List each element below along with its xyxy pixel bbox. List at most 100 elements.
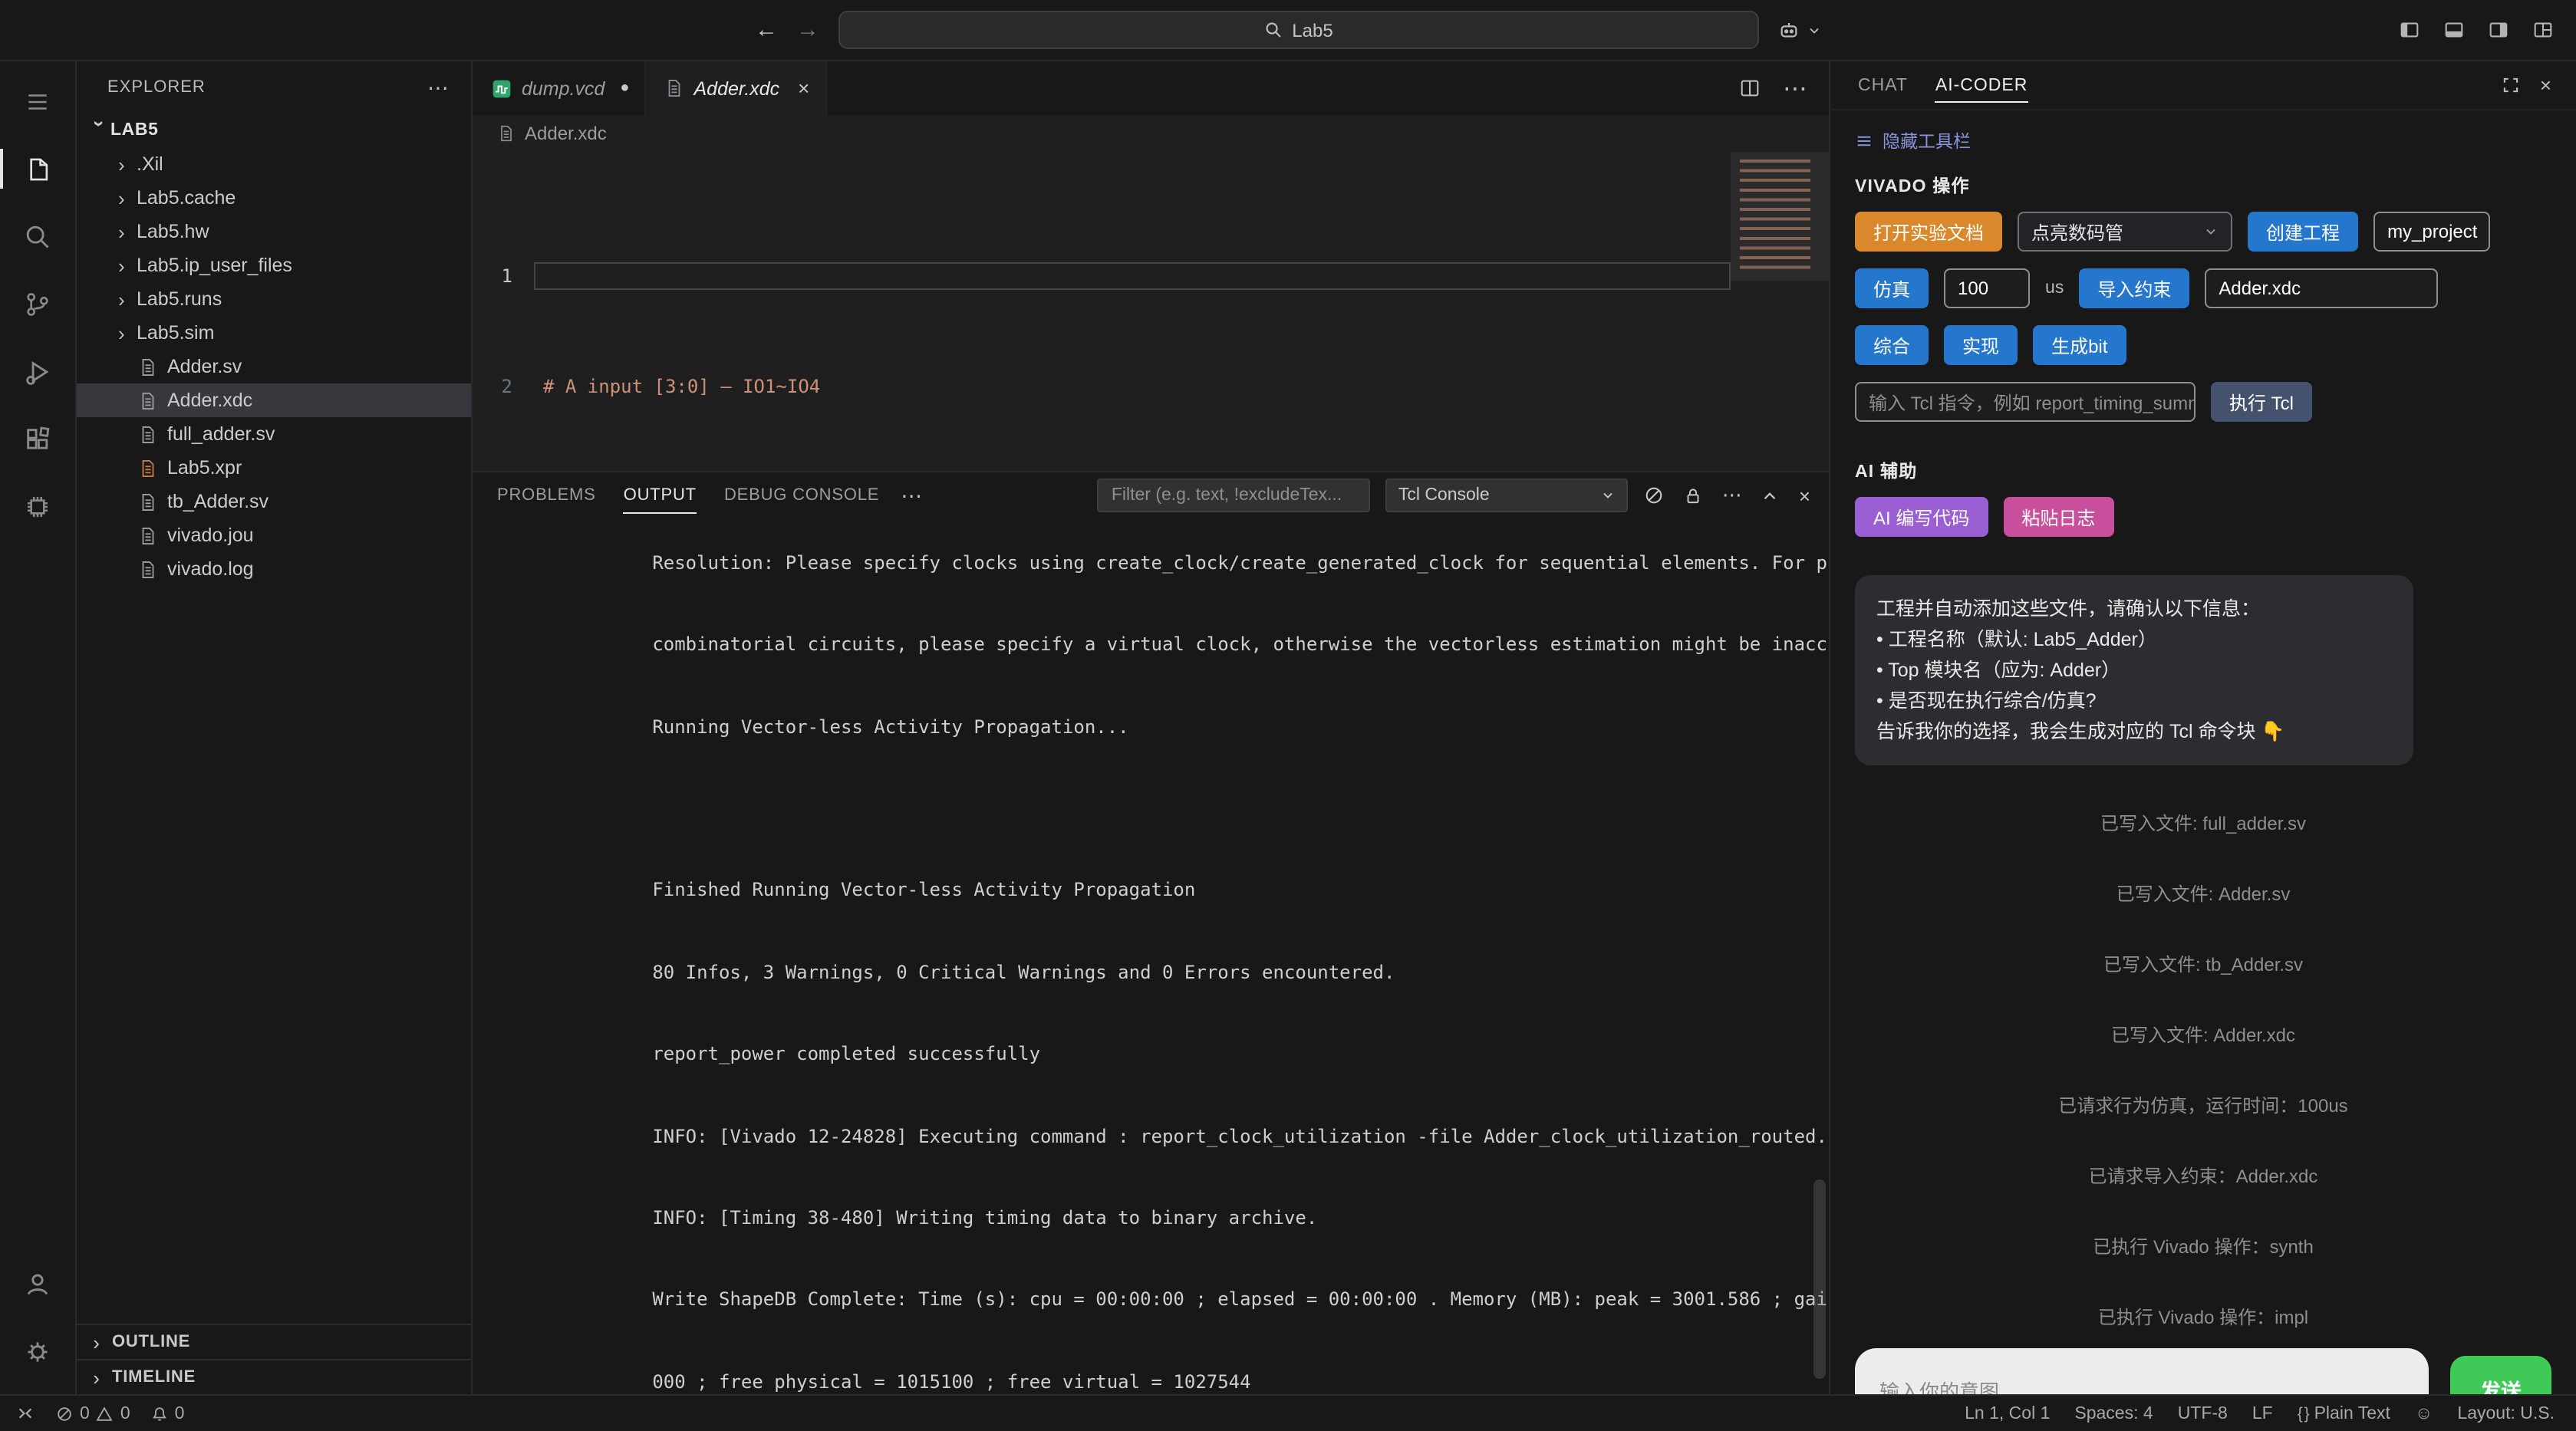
- output-filter-input[interactable]: Filter (e.g. text, !excludeTex...: [1097, 479, 1371, 512]
- console-line[interactable]: 80 Infos, 3 Warnings, 0 Critical Warning…: [497, 933, 1829, 1015]
- close-panel-icon[interactable]: ×: [1799, 484, 1810, 507]
- panel-tab[interactable]: DEBUG CONSOLE: [724, 472, 879, 518]
- close-icon[interactable]: ×: [2540, 74, 2551, 97]
- open-doc-button[interactable]: 打开实验文档: [1855, 212, 2003, 252]
- lock-autoscroll-icon[interactable]: [1684, 485, 1704, 505]
- tree-item[interactable]: › tb_Adder.sv: [77, 485, 471, 518]
- run-debug-icon[interactable]: [0, 337, 75, 405]
- notifications-status[interactable]: 0: [150, 1404, 184, 1423]
- explorer-more-actions-icon[interactable]: ⋯: [427, 74, 450, 100]
- menu-icon[interactable]: [0, 67, 75, 135]
- explorer-icon[interactable]: [0, 135, 75, 202]
- template-select[interactable]: 点亮数码管: [2018, 212, 2233, 252]
- command-center-search[interactable]: Lab5: [838, 11, 1758, 49]
- feedback-smiley-icon[interactable]: ☺: [2415, 1404, 2433, 1423]
- paste-log-button[interactable]: 粘贴日志: [2003, 497, 2114, 537]
- search-sidebar-icon[interactable]: [0, 202, 75, 270]
- console-line[interactable]: combinatorial circuits, please specify a…: [497, 605, 1829, 687]
- hide-toolbar-link[interactable]: 隐藏工具栏: [1855, 129, 2551, 153]
- sim-time-input[interactable]: 100: [1944, 268, 2031, 308]
- console-line[interactable]: 000 ; free physical = 1015100 ; free vir…: [497, 1342, 1829, 1394]
- panel-tabs-more-icon[interactable]: ⋯: [901, 482, 922, 508]
- settings-gear-icon[interactable]: [0, 1318, 75, 1385]
- tree-item[interactable]: › Lab5.sim: [77, 316, 471, 350]
- minimap[interactable]: [1731, 152, 1829, 471]
- project-name-input[interactable]: my_project: [2373, 212, 2491, 252]
- tree-item[interactable]: › vivado.log: [77, 552, 471, 586]
- remote-window-icon[interactable]: [15, 1403, 35, 1423]
- modified-dot-icon[interactable]: ●: [620, 80, 629, 97]
- code-line[interactable]: 2 # A input [3:0] – IO1~IO4: [473, 373, 1731, 400]
- outline-section-header[interactable]: › OUTLINE: [77, 1324, 471, 1359]
- create-project-button[interactable]: 创建工程: [2248, 212, 2359, 252]
- console-line[interactable]: Write ShapeDB Complete: Time (s): cpu = …: [497, 1260, 1829, 1342]
- tree-root-lab5[interactable]: › LAB5: [77, 113, 471, 147]
- language-mode[interactable]: { } Plain Text: [2298, 1404, 2390, 1423]
- console-line[interactable]: report_power completed successfully: [497, 1015, 1829, 1097]
- tree-item[interactable]: › Lab5.cache: [77, 181, 471, 215]
- console-line[interactable]: [497, 768, 1829, 850]
- split-editor-icon[interactable]: [1738, 77, 1761, 100]
- code-editor[interactable]: 1 2 # A input [3:0] – IO1~IO4 3 set_prop…: [473, 152, 1829, 471]
- timeline-section-header[interactable]: › TIMELINE: [77, 1359, 471, 1394]
- eol-sequence[interactable]: LF: [2252, 1404, 2273, 1423]
- implement-button[interactable]: 实现: [1944, 325, 2018, 365]
- close-icon[interactable]: ×: [798, 77, 809, 100]
- tab-adder-xdc[interactable]: Adder.xdc ×: [646, 61, 827, 115]
- tree-item[interactable]: › Adder.sv: [77, 350, 471, 383]
- keyboard-layout[interactable]: Layout: U.S.: [2457, 1404, 2555, 1423]
- toggle-panel-icon[interactable]: [2443, 18, 2466, 41]
- console-line[interactable]: INFO: [Vivado 12-24828] Executing comman…: [497, 1096, 1829, 1178]
- clear-output-icon[interactable]: [1644, 485, 1665, 506]
- tree-item[interactable]: › Lab5.hw: [77, 215, 471, 248]
- console-line[interactable]: Resolution: Please specify clocks using …: [497, 523, 1829, 605]
- history-back-button[interactable]: ←: [755, 17, 778, 43]
- indentation[interactable]: Spaces: 4: [2074, 1404, 2153, 1423]
- maximize-panel-icon[interactable]: [1761, 485, 1780, 505]
- chip-extension-icon[interactable]: [0, 472, 75, 540]
- panel-tab[interactable]: PROBLEMS: [497, 472, 596, 518]
- panel-more-actions-icon[interactable]: ⋯: [1722, 483, 1742, 508]
- panel-tab[interactable]: OUTPUT: [623, 472, 697, 518]
- constraint-file-input[interactable]: Adder.xdc: [2205, 268, 2439, 308]
- tree-item[interactable]: › Lab5.runs: [77, 282, 471, 316]
- history-forward-button[interactable]: →: [796, 17, 819, 43]
- code-line[interactable]: 1: [473, 262, 1731, 290]
- toggle-primary-sidebar-icon[interactable]: [2398, 18, 2421, 41]
- tree-item[interactable]: › vivado.jou: [77, 518, 471, 552]
- copilot-icon[interactable]: [1777, 18, 1821, 41]
- fullscreen-icon[interactable]: [2502, 75, 2522, 95]
- customize-layout-icon[interactable]: [2532, 18, 2555, 41]
- intent-input[interactable]: 输入你的意图...: [1855, 1348, 2429, 1394]
- tcl-console-output[interactable]: Resolution: Please specify clocks using …: [473, 518, 1829, 1394]
- problems-status[interactable]: 0 0: [55, 1404, 130, 1423]
- panel-scrollbar[interactable]: [1813, 1179, 1826, 1379]
- tab-ai-coder[interactable]: AI-CODER: [1935, 61, 2028, 109]
- cursor-position[interactable]: Ln 1, Col 1: [1965, 1404, 2050, 1423]
- tree-item[interactable]: › .Xil: [77, 147, 471, 181]
- console-line[interactable]: Running Vector-less Activity Propagation…: [497, 687, 1829, 769]
- console-line[interactable]: INFO: [Timing 38-480] Writing timing dat…: [497, 1178, 1829, 1260]
- console-line[interactable]: Finished Running Vector-less Activity Pr…: [497, 850, 1829, 933]
- breadcrumb[interactable]: Adder.xdc: [473, 115, 1829, 152]
- account-icon[interactable]: [0, 1250, 75, 1318]
- tree-item[interactable]: › Lab5.xpr: [77, 451, 471, 485]
- tree-item[interactable]: › Adder.xdc: [77, 383, 471, 417]
- toggle-secondary-sidebar-icon[interactable]: [2487, 18, 2510, 41]
- tab-dump-vcd[interactable]: dump.vcd ●: [473, 61, 647, 115]
- synthesize-button[interactable]: 综合: [1855, 325, 1929, 365]
- tree-item[interactable]: › Lab5.ip_user_files: [77, 248, 471, 282]
- tcl-command-input[interactable]: 输入 Tcl 指令，例如 report_timing_summa: [1855, 382, 2196, 422]
- generate-bitstream-button[interactable]: 生成bit: [2033, 325, 2126, 365]
- send-button[interactable]: 发送: [2450, 1356, 2551, 1394]
- source-control-icon[interactable]: [0, 270, 75, 337]
- encoding[interactable]: UTF-8: [2178, 1404, 2228, 1423]
- tab-chat[interactable]: CHAT: [1858, 61, 1908, 109]
- import-constraint-button[interactable]: 导入约束: [2079, 268, 2190, 308]
- run-tcl-button[interactable]: 执行 Tcl: [2211, 382, 2313, 422]
- simulate-button[interactable]: 仿真: [1855, 268, 1929, 308]
- editor-more-actions-icon[interactable]: ⋯: [1783, 73, 1807, 104]
- tree-item[interactable]: › full_adder.sv: [77, 417, 471, 451]
- ai-write-code-button[interactable]: AI 编写代码: [1855, 497, 1988, 537]
- extensions-icon[interactable]: [0, 405, 75, 472]
